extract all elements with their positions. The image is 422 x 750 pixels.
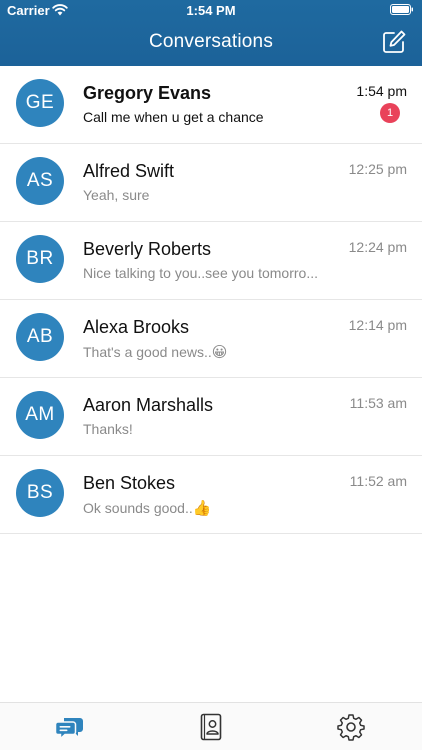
conversation-list: GE Gregory Evans Call me when u get a ch… [0, 66, 422, 534]
page-title: Conversations [148, 31, 274, 52]
header: Carrier 1:54 PM Conversations [0, 0, 422, 66]
unread-badge: 1 [380, 103, 400, 123]
conversation-row[interactable]: AS Alfred Swift Yeah, sure 12:25 pm [0, 144, 422, 222]
message-time: 12:24 pm [348, 239, 407, 255]
message-time: 12:25 pm [348, 161, 407, 177]
message-time: 11:53 am [349, 395, 407, 411]
conversation-row[interactable]: AM Aaron Marshalls Thanks! 11:53 am [0, 378, 422, 456]
status-time: 1:54 PM [186, 3, 236, 18]
message-text: That's a good news.. [83, 344, 212, 360]
message-text: Yeah, sure [83, 187, 150, 203]
message-preview: That's a good news..😀 [83, 343, 227, 361]
avatar: AM [16, 391, 64, 439]
contact-name: Beverly Roberts [83, 239, 212, 259]
thumbs-up-emoji-icon: 👍 [192, 500, 212, 517]
chat-bubbles-icon[interactable] [55, 712, 85, 742]
conversation-row[interactable]: GE Gregory Evans Call me when u get a ch… [0, 66, 422, 144]
contact-name: Gregory Evans [83, 83, 212, 103]
conversation-row[interactable]: BS Ben Stokes Ok sounds good..👍 11:52 am [0, 456, 422, 534]
gear-icon[interactable] [336, 712, 366, 742]
conversation-row[interactable]: AB Alexa Brooks That's a good news..😀 12… [0, 300, 422, 378]
compose-icon[interactable] [380, 28, 408, 56]
message-time: 12:14 pm [348, 317, 407, 333]
message-time: 11:52 am [349, 473, 407, 489]
screen: Carrier 1:54 PM Conversations GE Gregory… [0, 0, 422, 750]
message-preview: Nice talking to you..see you tomorro... [83, 265, 318, 281]
tab-bar [0, 702, 422, 750]
avatar: BS [16, 469, 64, 517]
contact-name: Ben Stokes [83, 473, 176, 493]
message-text: Thanks! [83, 421, 133, 437]
message-preview: Call me when u get a chance [83, 109, 264, 125]
message-text: Call me when u get a chance [83, 109, 264, 125]
battery-icon [390, 4, 413, 15]
message-text: Ok sounds good.. [83, 500, 193, 516]
contact-name: Alfred Swift [83, 161, 175, 181]
message-time: 1:54 pm [356, 83, 407, 99]
conversation-row[interactable]: BR Beverly Roberts Nice talking to you..… [0, 222, 422, 300]
message-preview: Yeah, sure [83, 187, 149, 203]
contacts-book-icon[interactable] [196, 712, 226, 742]
avatar: AS [16, 157, 64, 205]
contact-name: Aaron Marshalls [83, 395, 214, 415]
message-preview: Thanks! [83, 421, 133, 437]
avatar: BR [16, 235, 64, 283]
avatar: GE [16, 79, 64, 127]
message-text: Nice talking to you..see you tomorro... [83, 265, 318, 281]
message-preview: Ok sounds good..👍 [83, 499, 211, 517]
contact-name: Alexa Brooks [83, 317, 190, 337]
status-bar: Carrier 1:54 PM [0, 0, 422, 22]
avatar: AB [16, 313, 64, 361]
grinning-emoji-icon: 😀 [211, 344, 228, 361]
